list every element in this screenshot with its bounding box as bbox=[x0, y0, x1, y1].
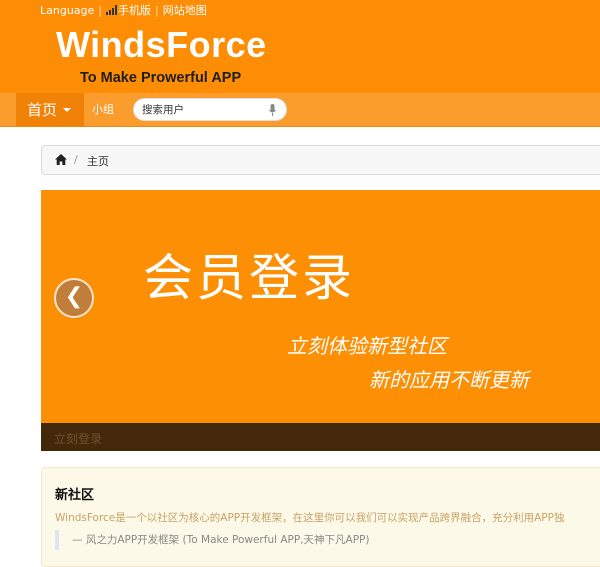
slide-subtitle-1: 立刻体验新型社区 bbox=[287, 334, 447, 358]
chevron-left-icon: ❮ bbox=[64, 284, 84, 309]
community-description: WindsForce是一个以社区为核心的APP开发框架，在这里你可以我们可以实现… bbox=[55, 512, 565, 524]
community-title: 新社区 bbox=[55, 488, 95, 503]
signal-icon bbox=[106, 5, 118, 15]
slide-subtitle-2: 新的应用不断更新 bbox=[369, 368, 529, 392]
top-links: Language | 手机版 | 网站地图 bbox=[40, 2, 207, 18]
home-icon[interactable] bbox=[55, 154, 67, 165]
divider: | bbox=[155, 4, 159, 17]
breadcrumb-current: 主页 bbox=[87, 155, 109, 168]
carousel-prev-button[interactable]: ❮ bbox=[54, 278, 94, 318]
microphone-icon[interactable] bbox=[269, 104, 276, 117]
search-input[interactable] bbox=[142, 102, 262, 118]
brand-logo-text[interactable]: WindsForce bbox=[56, 24, 267, 66]
login-now-link[interactable]: 立刻登录 bbox=[54, 430, 102, 447]
brand-slogan: To Make Prowerful APP bbox=[80, 70, 242, 86]
divider: | bbox=[98, 4, 103, 17]
carousel-caption: 立刻登录 bbox=[41, 423, 600, 451]
breadcrumb-separator: / bbox=[74, 153, 78, 166]
community-intro: 新社区 WindsForce是一个以社区为核心的APP开发框架，在这里你可以我们… bbox=[41, 467, 600, 567]
caret-down-icon bbox=[63, 108, 72, 112]
search-box bbox=[133, 98, 287, 121]
mobile-link[interactable]: 手机版 bbox=[118, 4, 151, 17]
login-carousel: 会员登录 立刻体验新型社区 新的应用不断更新 ❮ 立刻登录 bbox=[41, 190, 600, 451]
sitemap-link[interactable]: 网站地图 bbox=[163, 4, 207, 17]
nav-home-dropdown[interactable]: 首页 bbox=[16, 93, 84, 127]
site-header: Language | 手机版 | 网站地图 WindsForce To Make Pro… bbox=[0, 0, 600, 93]
language-link[interactable]: Language bbox=[40, 4, 94, 17]
slide-title: 会员登录 bbox=[143, 249, 355, 307]
main-navbar: 首页 小组 bbox=[0, 93, 600, 127]
community-quote: — 风之力APP开发框架 (To Make Powerful APP,天神下凡A… bbox=[55, 530, 370, 550]
nav-home-label: 首页 bbox=[27, 101, 58, 119]
nav-group-link[interactable]: 小组 bbox=[92, 93, 114, 127]
breadcrumb: / 主页 bbox=[41, 145, 600, 175]
